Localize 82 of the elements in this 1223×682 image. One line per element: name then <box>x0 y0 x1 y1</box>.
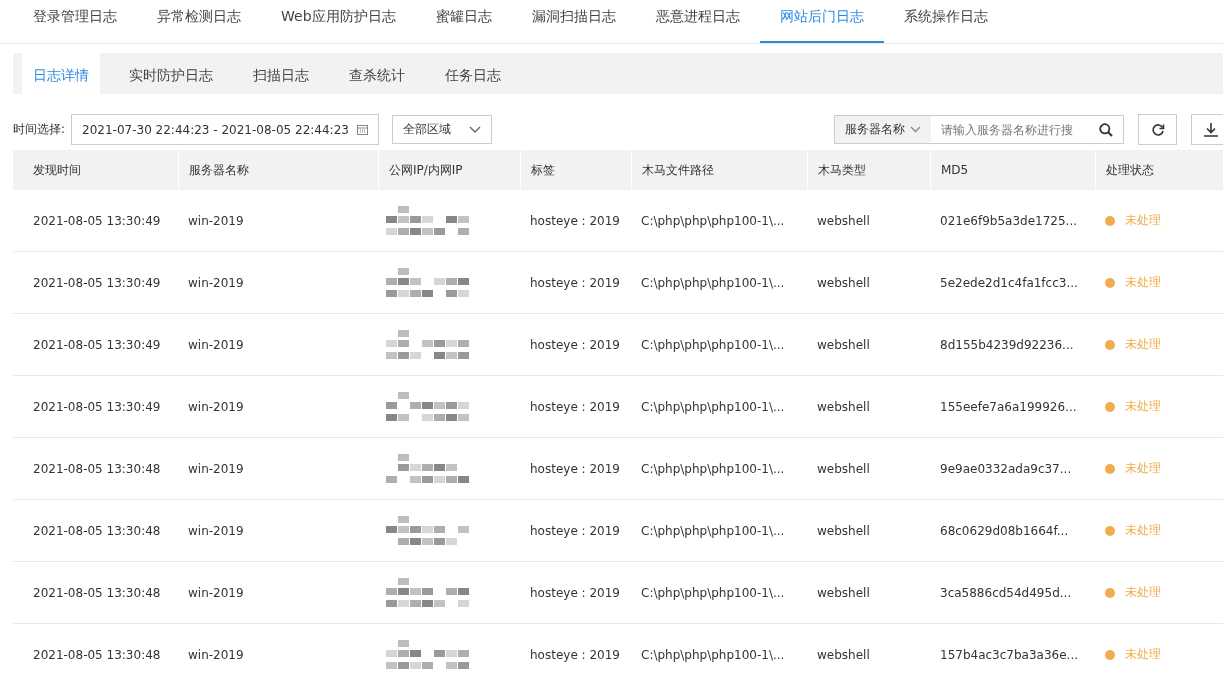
table-cell: 8d155b4239d92236... <box>940 337 1074 352</box>
table-cell: win-2019 <box>188 399 244 414</box>
column-header: 木马类型 <box>807 150 930 190</box>
region-dropdown[interactable]: 全部区域 <box>391 115 492 144</box>
table-cell: webshell <box>817 399 870 414</box>
status-text: 未处理 <box>1125 584 1161 601</box>
table-cell: C:\php\php\php100-1\... <box>641 337 785 352</box>
log-category-tab[interactable]: 网站后门日志 <box>759 0 884 43</box>
table-cell: hosteye : 2019 <box>530 275 620 290</box>
table-cell: C:\php\php\php100-1\... <box>641 275 785 290</box>
table-cell: 2021-08-05 13:30:49 <box>33 399 161 414</box>
column-header: 公网IP/内网IP <box>378 150 520 190</box>
table-cell: hosteye : 2019 <box>530 337 620 352</box>
table-cell: 2021-08-05 13:30:48 <box>33 647 161 662</box>
table-cell: win-2019 <box>188 213 244 228</box>
sub-tab[interactable]: 扫描日志 <box>242 53 320 94</box>
sub-tab[interactable]: 日志详情 <box>22 53 100 94</box>
log-category-tab[interactable]: Web应用防护日志 <box>261 0 416 43</box>
table-cell: 68c0629d08b1664f... <box>940 523 1069 538</box>
column-header: 木马文件路径 <box>631 150 807 190</box>
table-cell: win-2019 <box>188 647 244 662</box>
log-category-tab[interactable]: 异常检测日志 <box>137 0 261 43</box>
table-cell: 2021-08-05 13:30:49 <box>33 213 161 228</box>
status-text: 未处理 <box>1125 274 1161 291</box>
log-category-tab[interactable]: 蜜罐日志 <box>415 0 512 43</box>
table-cell: C:\php\php\php100-1\... <box>641 523 785 538</box>
table-cell: 3ca5886cd54d495d... <box>940 585 1072 600</box>
table-cell: win-2019 <box>188 523 244 538</box>
table-cell: 2021-08-05 13:30:48 <box>33 523 161 538</box>
table-cell: webshell <box>817 461 870 476</box>
table-cell: C:\php\php\php100-1\... <box>641 399 785 414</box>
status-text: 未处理 <box>1125 522 1161 539</box>
table-cell: 155eefe7a6a199926... <box>940 399 1077 414</box>
table-cell: webshell <box>817 337 870 352</box>
table-cell: win-2019 <box>188 275 244 290</box>
column-header: MD5 <box>930 150 1095 190</box>
table-cell: webshell <box>817 647 870 662</box>
table-cell: 5e2ede2d1c4fa1fcc3... <box>940 275 1078 290</box>
column-header: 处理状态 <box>1095 150 1223 190</box>
log-category-tab[interactable]: 系统操作日志 <box>883 0 1008 43</box>
table-cell: 021e6f9b5a3de1725... <box>940 213 1077 228</box>
table-cell: webshell <box>817 275 870 290</box>
table-cell: hosteye : 2019 <box>530 523 620 538</box>
table-cell: 2021-08-05 13:30:48 <box>33 461 161 476</box>
table-cell: C:\php\php\php100-1\... <box>641 213 785 228</box>
column-header: 标签 <box>520 150 631 190</box>
search-scope-dropdown[interactable]: 服务器名称 <box>835 116 931 143</box>
table-cell: win-2019 <box>188 337 244 352</box>
table-cell: 157b4ac3c7ba3a36e... <box>940 647 1079 662</box>
sub-tab[interactable]: 任务日志 <box>434 53 512 94</box>
table-cell: win-2019 <box>188 585 244 600</box>
table-cell: 2021-08-05 13:30:49 <box>33 275 161 290</box>
column-header: 服务器名称 <box>178 150 378 190</box>
column-header: 发现时间 <box>32 162 82 179</box>
log-category-tab[interactable]: 漏洞扫描日志 <box>511 0 636 43</box>
table-cell: C:\php\php\php100-1\... <box>641 647 785 662</box>
table-cell: webshell <box>817 585 870 600</box>
table-cell: hosteye : 2019 <box>530 585 620 600</box>
sub-tab[interactable]: 查杀统计 <box>338 53 416 94</box>
status-text: 未处理 <box>1125 646 1161 663</box>
status-text: 未处理 <box>1125 336 1161 353</box>
status-text: 未处理 <box>1125 460 1161 477</box>
table-cell: webshell <box>817 523 870 538</box>
status-text: 未处理 <box>1125 212 1161 229</box>
table-cell: 9e9ae0332ada9c37... <box>940 461 1072 476</box>
table-cell: win-2019 <box>188 461 244 476</box>
table-cell: 2021-08-05 13:30:49 <box>33 337 161 352</box>
table-cell: hosteye : 2019 <box>530 647 620 662</box>
table-cell: C:\php\php\php100-1\... <box>641 461 785 476</box>
status-text: 未处理 <box>1125 398 1161 415</box>
table-cell: 2021-08-05 13:30:48 <box>33 585 161 600</box>
table-cell: C:\php\php\php100-1\... <box>641 585 785 600</box>
table-cell: hosteye : 2019 <box>530 213 620 228</box>
table-cell: hosteye : 2019 <box>530 399 620 414</box>
table-cell: webshell <box>817 213 870 228</box>
time-label: 时间选择: <box>13 121 66 138</box>
table-cell: hosteye : 2019 <box>530 461 620 476</box>
date-range-field[interactable]: 2021-07-30 22:44:23 - 2021-08-05 22:44:23 <box>71 114 379 145</box>
sub-tab[interactable]: 实时防护日志 <box>118 53 224 94</box>
search-field[interactable]: 服务器名称 请输入服务器名称进行搜 <box>834 115 1124 144</box>
log-category-tab[interactable]: 登录管理日志 <box>13 0 137 43</box>
log-category-tab[interactable]: 恶意进程日志 <box>635 0 760 43</box>
